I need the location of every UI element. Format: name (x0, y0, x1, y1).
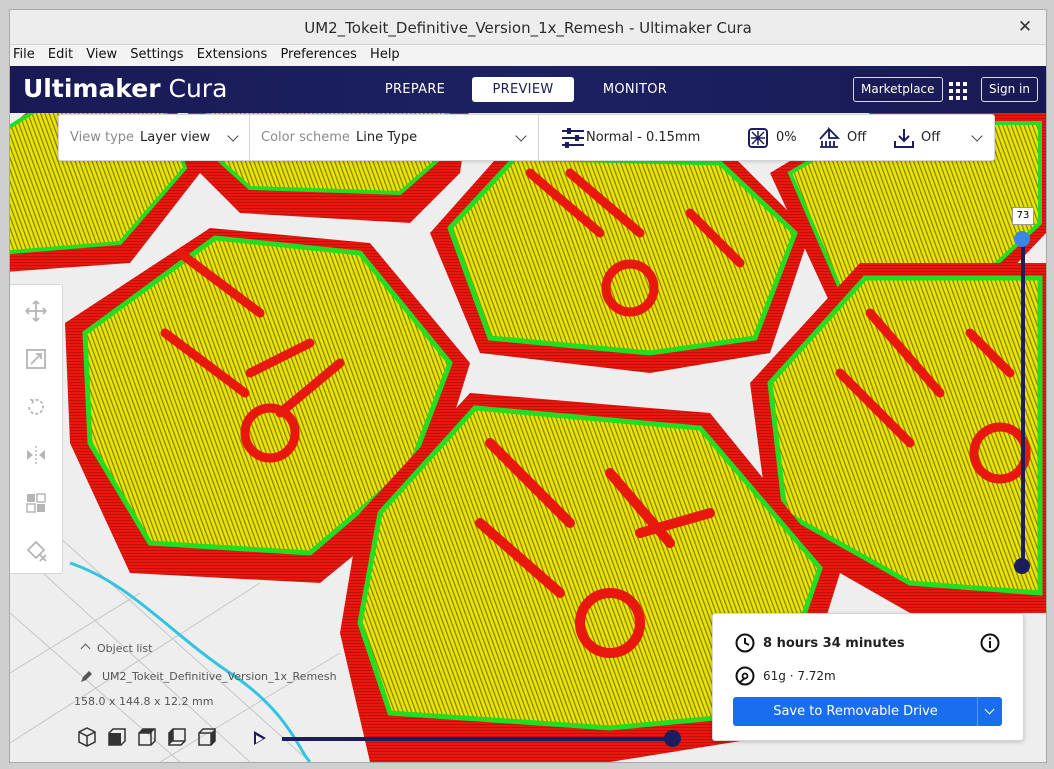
app-logo: Ultimaker Cura (23, 74, 228, 103)
menu-file[interactable]: File (13, 47, 35, 62)
support-icon (819, 127, 840, 148)
save-to-removable-drive-button[interactable]: Save to Removable Drive (733, 697, 1002, 726)
object-list-toggle[interactable]: Object list (80, 642, 153, 655)
view-type-select[interactable]: Layer view (140, 130, 210, 145)
menu-settings[interactable]: Settings (130, 47, 183, 62)
color-scheme-label: Color scheme (261, 130, 350, 145)
clock-icon (735, 633, 755, 653)
material-usage: 61g · 7.72m (763, 669, 836, 683)
scale-icon[interactable] (24, 347, 48, 371)
left-view-icon[interactable] (166, 726, 188, 748)
profile-sliders-icon (562, 128, 584, 148)
chevron-down-icon[interactable] (227, 130, 239, 142)
infill-value[interactable]: 0% (776, 130, 797, 145)
tab-preview[interactable]: PREVIEW (472, 77, 574, 102)
mirror-icon[interactable] (24, 443, 48, 467)
save-button-label: Save to Removable Drive (773, 704, 938, 719)
adhesion-value[interactable]: Off (921, 130, 940, 145)
per-model-settings-icon[interactable] (24, 491, 48, 515)
app-window: UM2_Tokeit_Definitive_Version_1x_Remesh … (9, 9, 1047, 763)
rotate-icon[interactable] (24, 395, 48, 419)
chevron-down-icon[interactable] (515, 130, 527, 142)
chevron-up-icon (80, 643, 91, 654)
3d-view-icon[interactable] (76, 726, 98, 748)
chevron-down-icon[interactable] (971, 130, 983, 142)
print-time: 8 hours 34 minutes (763, 636, 905, 651)
object-name[interactable]: UM2_Tokeit_Definitive_Version_1x_Remesh (102, 670, 337, 683)
title-bar: UM2_Tokeit_Definitive_Version_1x_Remesh … (10, 10, 1046, 45)
layer-slider-upper-handle[interactable] (1014, 231, 1030, 247)
print-profile[interactable]: Normal - 0.15mm (586, 130, 700, 145)
spool-icon (735, 666, 755, 686)
color-scheme-select[interactable]: Line Type (356, 130, 417, 145)
signin-button[interactable]: Sign in (981, 77, 1038, 102)
marketplace-button[interactable]: Marketplace (853, 77, 943, 102)
move-icon[interactable] (24, 299, 48, 323)
save-options-dropdown[interactable] (977, 697, 1002, 726)
simulation-timeline-handle[interactable] (664, 730, 681, 747)
tab-monitor[interactable]: MONITOR (594, 77, 676, 102)
layer-slider-lower-handle[interactable] (1014, 558, 1030, 574)
app-header: Ultimaker Cura PREPARE PREVIEW MONITOR M… (10, 66, 1046, 113)
close-icon[interactable]: ✕ (1014, 16, 1036, 38)
layer-slider-track[interactable] (1021, 237, 1025, 567)
front-view-icon[interactable] (106, 726, 128, 748)
layer-number-label[interactable]: 73 (1012, 207, 1034, 225)
apps-grid-icon[interactable] (949, 82, 967, 100)
infill-icon (748, 128, 768, 148)
menu-preferences[interactable]: Preferences (280, 47, 356, 62)
info-icon[interactable] (980, 633, 1000, 653)
menu-bar: File Edit View Settings Extensions Prefe… (10, 45, 1046, 67)
tab-prepare[interactable]: PREPARE (377, 77, 453, 102)
window-title: UM2_Tokeit_Definitive_Version_1x_Remesh … (304, 19, 752, 37)
support-blocker-icon[interactable] (24, 539, 48, 563)
object-dimensions: 158.0 x 144.8 x 12.2 mm (74, 695, 214, 708)
top-view-icon[interactable] (136, 726, 158, 748)
view-type-label: View type (70, 130, 135, 145)
object-list-label: Object list (97, 642, 153, 655)
right-view-icon[interactable] (196, 726, 218, 748)
print-info-panel: 8 hours 34 minutes 61g · 7.72m Save to R… (712, 613, 1024, 741)
adhesion-icon (894, 129, 914, 148)
simulation-timeline[interactable] (282, 737, 675, 741)
view-toolbar: View type Layer view Color scheme Line T… (58, 114, 995, 161)
menu-edit[interactable]: Edit (48, 47, 73, 62)
support-value[interactable]: Off (847, 130, 866, 145)
tool-panel (10, 284, 63, 574)
menu-view[interactable]: View (86, 47, 117, 62)
chevron-down-icon (984, 704, 995, 715)
menu-extensions[interactable]: Extensions (197, 47, 268, 62)
pencil-icon[interactable] (80, 671, 92, 683)
menu-help[interactable]: Help (370, 47, 400, 62)
